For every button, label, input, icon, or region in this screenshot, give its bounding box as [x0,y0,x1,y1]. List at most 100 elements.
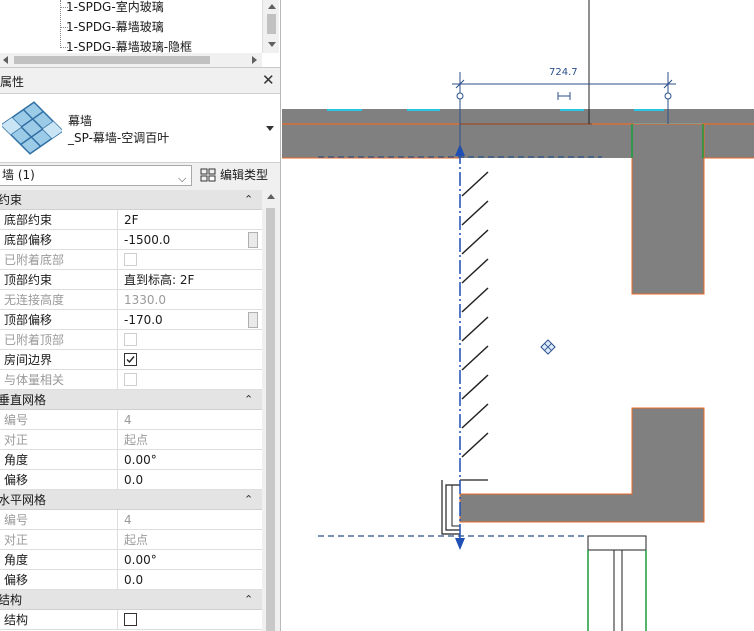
property-row: 对正 起点 [0,530,262,550]
instance-filter-value: 墙 (1) [2,168,35,182]
chevron-down-icon[interactable] [266,126,274,131]
curtain-wall-icon [2,101,62,155]
scroll-thumb[interactable] [14,56,210,64]
project-browser: 1-SPDG-室内玻璃 1-SPDG-幕墙玻璃 1-SPDG-幕墙玻璃-隐框 [0,0,280,68]
group-label: 约束 [0,193,23,207]
property-row[interactable]: 角度 0.00° [0,550,262,570]
property-checkbox [124,253,137,266]
property-row[interactable]: 顶部偏移 -170.0 [0,310,262,330]
checkmark-icon [126,356,135,364]
scroll-up-icon[interactable] [267,194,275,199]
room-bounding-checkbox[interactable] [124,353,137,366]
property-label: 底部约束 [4,210,118,230]
property-value[interactable]: -170.0 [124,310,163,330]
property-row: 编号 4 [0,510,262,530]
property-value: 1330.0 [124,293,166,307]
scroll-left-icon[interactable] [3,56,8,64]
group-label: 水平网格 [0,493,47,507]
edit-type-icon [200,168,216,182]
property-label: 与体量相关 [4,370,118,390]
tree-item[interactable]: 1-SPDG-幕墙玻璃 [60,18,164,36]
property-label: 无连接高度 [4,290,118,310]
flip-control-icon[interactable] [540,339,556,355]
instance-filter-row: 墙 (1) ⌵ 编辑类型 [0,164,280,188]
scroll-right-icon[interactable] [252,56,257,64]
scroll-up-icon[interactable] [268,4,276,9]
property-label: 编号 [4,510,118,530]
property-row: 无连接高度 1330.0 [0,290,262,310]
property-label: 对正 [4,530,118,550]
property-value[interactable]: 0.00° [124,550,157,570]
collapse-icon[interactable]: ⌃ [244,490,253,510]
property-checkbox [124,333,137,346]
structural-checkbox[interactable] [124,613,137,626]
group-constraints[interactable]: 约束 ⌃ [0,190,262,210]
properties-title: 属性 [0,75,25,89]
property-row: 编号 4 [0,410,262,430]
property-label: 偏移 [4,570,118,590]
group-label: 垂直网格 [0,393,47,407]
property-value[interactable]: 0.0 [124,570,143,590]
property-label: 角度 [4,550,118,570]
property-value: 4 [124,513,132,527]
control-arrow-bottom[interactable] [455,538,465,550]
property-label: 角度 [4,450,118,470]
group-label: 结构 [0,593,23,607]
property-label: 房间边界 [4,350,118,370]
property-checkbox [124,373,137,386]
property-label: 顶部约束 [4,270,118,290]
collapse-icon[interactable]: ⌃ [244,390,253,410]
scroll-down-icon[interactable] [268,42,276,47]
property-grid-scrollbar[interactable] [262,190,280,631]
tree-vertical-scrollbar[interactable] [262,0,279,53]
drawing-canvas[interactable]: 724.7 [282,0,754,631]
property-row[interactable]: 底部偏移 -1500.0 [0,230,262,250]
instance-filter-select[interactable]: 墙 (1) ⌵ [0,165,192,186]
property-row[interactable]: 偏移 0.0 [0,470,262,490]
value-spinner[interactable] [248,232,258,248]
property-row[interactable]: 顶部约束 直到标高: 2F [0,270,262,290]
upper-column [631,123,705,295]
floor-plan-drawing [282,0,754,631]
group-vertical-grid[interactable]: 垂直网格 ⌃ [0,390,262,410]
edit-type-label: 编辑类型 [220,168,269,182]
collapse-icon[interactable]: ⌃ [244,190,253,210]
value-spinner[interactable] [248,312,258,328]
edit-type-button[interactable]: 编辑类型 [196,165,276,186]
type-name: _SP-幕墙-空调百叶 [68,131,170,145]
tree-horizontal-scrollbar[interactable] [0,53,262,67]
group-structure[interactable]: 结构 ⌃ [0,590,262,610]
property-row[interactable]: 偏移 0.0 [0,570,262,590]
property-row[interactable]: 结构 [0,610,262,630]
tree-item[interactable]: 1-SPDG-室内玻璃 [60,0,164,16]
property-label: 底部偏移 [4,230,118,250]
property-value[interactable]: 0.0 [124,470,143,490]
property-value[interactable]: 2F [124,210,139,230]
scroll-thumb[interactable] [266,208,275,631]
property-value[interactable]: 0.00° [124,450,157,470]
property-label: 结构 [4,610,118,630]
lower-wall [459,407,705,523]
left-panel: 1-SPDG-室内玻璃 1-SPDG-幕墙玻璃 1-SPDG-幕墙玻璃-隐框 属… [0,0,281,631]
property-row[interactable]: 房间边界 [0,350,262,370]
type-selector[interactable]: 幕墙 _SP-幕墙-空调百叶 [0,93,280,163]
property-row: 已附着顶部 [0,330,262,350]
group-horizontal-grid[interactable]: 水平网格 ⌃ [0,490,262,510]
properties-header: 属性 ✕ [0,70,280,92]
property-label: 编号 [4,410,118,430]
property-value: 4 [124,413,132,427]
property-row: 已附着底部 [0,250,262,270]
collapse-icon[interactable]: ⌃ [244,590,253,610]
property-label: 已附着底部 [4,250,118,270]
property-row: 与体量相关 [0,370,262,390]
property-row: 对正 起点 [0,430,262,450]
louver-blades [461,171,489,458]
property-row[interactable]: 底部约束 2F [0,210,262,230]
property-row[interactable]: 角度 0.00° [0,450,262,470]
close-icon[interactable]: ✕ [262,71,275,89]
property-value[interactable]: -1500.0 [124,230,170,250]
dimension-value[interactable]: 724.7 [549,67,578,78]
property-value[interactable]: 直到标高: 2F [124,270,194,290]
scroll-thumb[interactable] [267,14,276,34]
type-family: 幕墙 [68,114,93,128]
